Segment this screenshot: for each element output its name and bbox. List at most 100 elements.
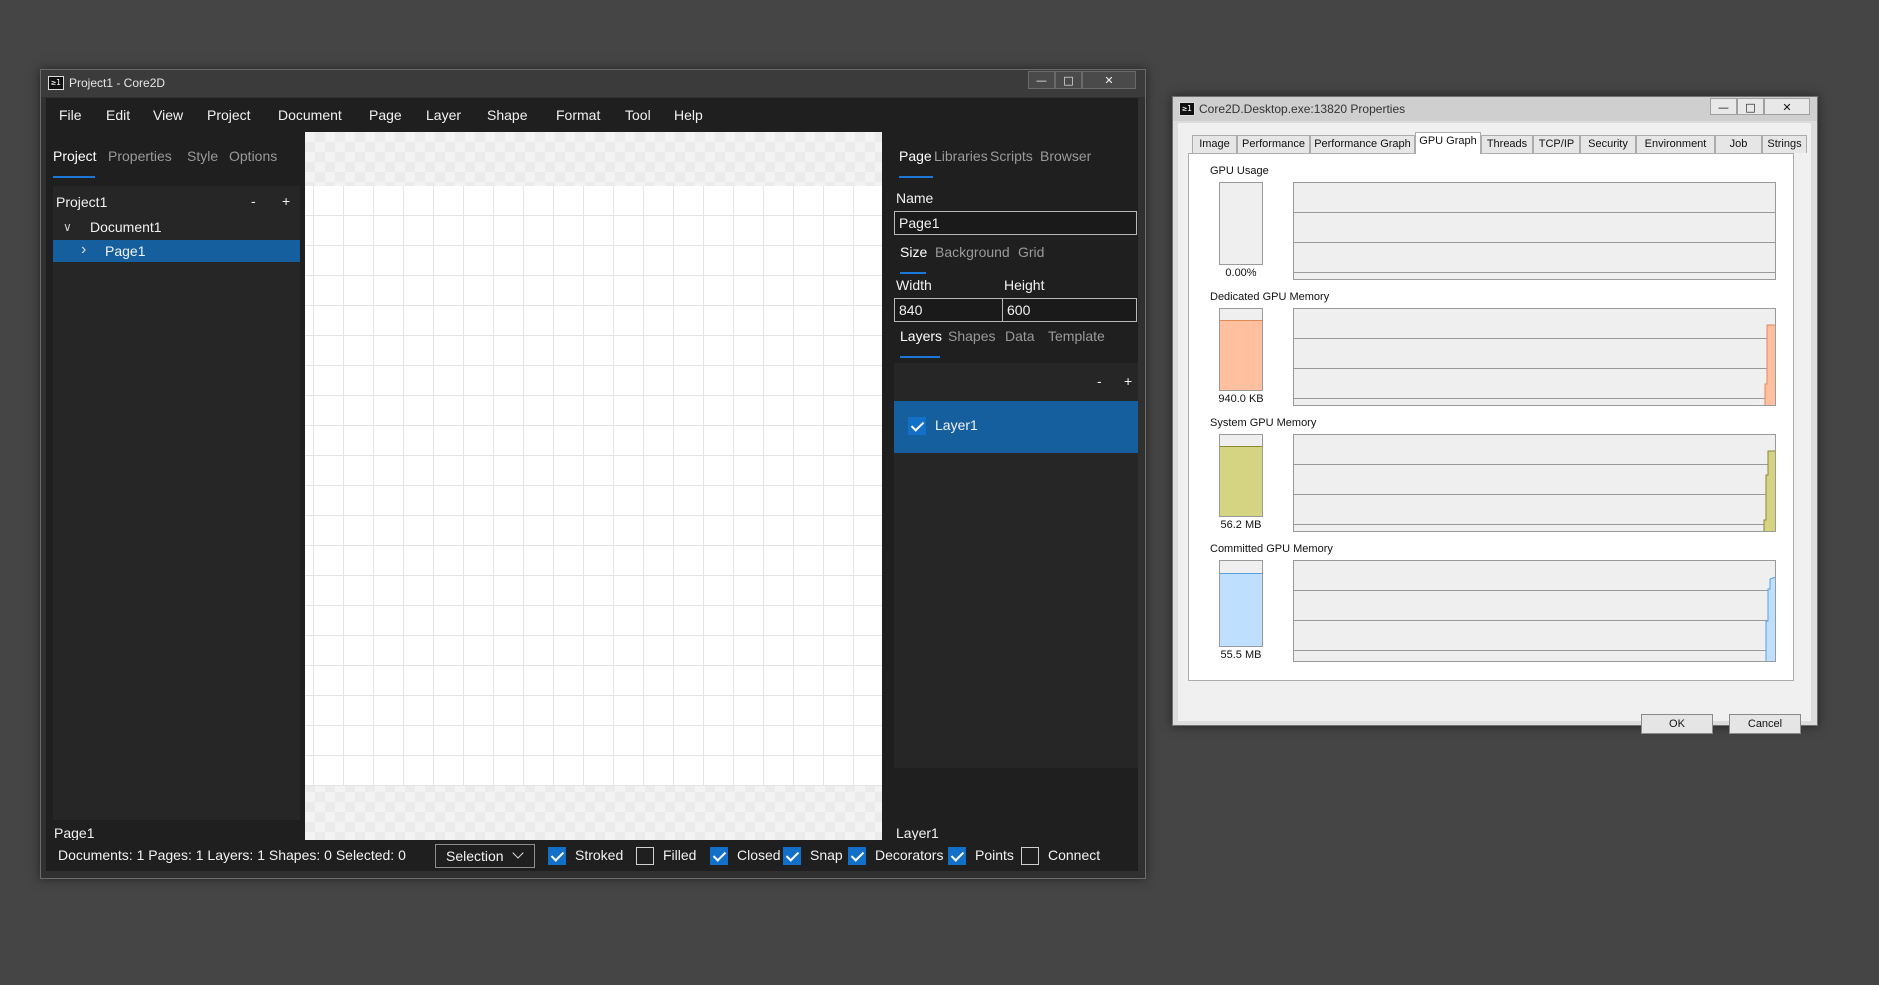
tab-image[interactable]: Image	[1192, 135, 1237, 153]
tab-background[interactable]: Background	[935, 244, 1010, 260]
menu-edit[interactable]: Edit	[106, 98, 130, 132]
tab-options[interactable]: Options	[229, 148, 277, 164]
page-label: Page1	[105, 243, 146, 259]
main-client-area: File Edit View Project Document Page Lay…	[46, 98, 1138, 871]
tab-job[interactable]: Job	[1715, 135, 1762, 153]
tab-gpu-graph[interactable]: GPU Graph	[1415, 132, 1481, 154]
tab-performance-graph[interactable]: Performance Graph	[1310, 135, 1415, 153]
tree-item-page[interactable]: › Page1	[53, 240, 300, 262]
tab-security[interactable]: Security	[1580, 135, 1636, 153]
maximize-button[interactable]: □	[1737, 98, 1764, 115]
gpu-usage-graph	[1293, 182, 1776, 280]
committed-gpu-memory-graph-svg	[1765, 576, 1775, 661]
menu-file[interactable]: File	[59, 98, 82, 132]
connect-label: Connect	[1048, 847, 1101, 863]
tab-environment[interactable]: Environment	[1636, 135, 1715, 153]
layer-item[interactable]: Layer1	[894, 401, 1138, 453]
remove-document-button[interactable]: -	[251, 193, 256, 209]
tab-grid[interactable]: Grid	[1018, 244, 1044, 260]
layers-panel: - + Layer1	[894, 363, 1138, 768]
menu-format[interactable]: Format	[556, 98, 600, 132]
right-footer-label: Layer1	[896, 825, 939, 841]
tab-style[interactable]: Style	[187, 148, 218, 164]
height-input[interactable]	[1002, 298, 1137, 322]
gpu-usage-label: GPU Usage	[1210, 165, 1269, 177]
project-name: Project1	[56, 194, 108, 210]
points-checkbox[interactable]	[948, 847, 966, 865]
height-label: Height	[1004, 277, 1045, 293]
close-button[interactable]: ✕	[1082, 71, 1136, 89]
filled-checkbox[interactable]	[636, 847, 654, 865]
stroked-label: Stroked	[575, 847, 624, 863]
menu-project[interactable]: Project	[207, 98, 251, 132]
app-icon: ≥1	[1179, 102, 1195, 116]
menu-view[interactable]: View	[153, 98, 183, 132]
tab-tcpip[interactable]: TCP/IP	[1533, 135, 1580, 153]
menu-tool[interactable]: Tool	[625, 98, 651, 132]
maximize-button[interactable]: □	[1055, 71, 1082, 89]
page-name-input[interactable]	[894, 211, 1137, 235]
close-button[interactable]: ✕	[1764, 98, 1810, 115]
tab-template[interactable]: Template	[1048, 328, 1105, 344]
drawing-canvas[interactable]	[305, 132, 882, 840]
tab-strings[interactable]: Strings	[1762, 135, 1807, 153]
stroked-checkbox[interactable]	[548, 847, 566, 865]
tab-threads[interactable]: Threads	[1481, 135, 1533, 153]
tab-data[interactable]: Data	[1005, 328, 1035, 344]
tab-libraries[interactable]: Libraries	[934, 148, 988, 164]
add-document-button[interactable]: +	[282, 193, 290, 209]
system-gpu-memory-gauge	[1219, 434, 1263, 517]
gpu-graph-page: GPU Usage 0.00% Dedicated GPU Memory 940…	[1188, 153, 1794, 681]
main-titlebar[interactable]: ≥1 Project1 - Core2D — □ ✕	[41, 70, 1145, 97]
minimize-button[interactable]: —	[1710, 98, 1737, 115]
gpu-usage-graph-svg	[1294, 183, 1776, 280]
tab-layers[interactable]: Layers	[900, 328, 942, 344]
tab-shapes[interactable]: Shapes	[948, 328, 995, 344]
tab-page[interactable]: Page	[899, 148, 932, 164]
document-label: Document1	[90, 219, 162, 235]
menu-layer[interactable]: Layer	[426, 98, 461, 132]
menu-help[interactable]: Help	[674, 98, 703, 132]
tool-selector[interactable]: Selection	[435, 844, 535, 868]
tab-properties[interactable]: Properties	[108, 148, 172, 164]
committed-gpu-memory-gauge	[1219, 560, 1263, 647]
layer-visible-checkbox[interactable]	[908, 417, 926, 435]
tool-selector-value: Selection	[446, 848, 504, 864]
tab-project[interactable]: Project	[53, 148, 97, 164]
dedicated-gpu-memory-gauge-fill	[1220, 320, 1262, 390]
tab-page-underline	[899, 176, 933, 178]
decorators-checkbox[interactable]	[848, 847, 866, 865]
committed-gpu-memory-label: Committed GPU Memory	[1210, 543, 1333, 555]
connect-checkbox[interactable]	[1021, 847, 1039, 865]
width-label: Width	[896, 277, 932, 293]
properties-window: ≥1 Core2D.Desktop.exe:13820 Properties —…	[1172, 96, 1818, 734]
snap-checkbox[interactable]	[783, 847, 801, 865]
chevron-right-icon[interactable]: ›	[81, 239, 86, 261]
chevron-down-icon[interactable]: ∨	[63, 216, 72, 238]
tab-scripts[interactable]: Scripts	[990, 148, 1033, 164]
menu-page[interactable]: Page	[369, 98, 402, 132]
system-gpu-memory-graph	[1293, 434, 1776, 532]
menu-document[interactable]: Document	[278, 98, 342, 132]
add-layer-button[interactable]: +	[1124, 373, 1132, 389]
properties-client-area: Image Performance Performance Graph GPU …	[1178, 123, 1811, 734]
menu-shape[interactable]: Shape	[487, 98, 527, 132]
tab-browser[interactable]: Browser	[1040, 148, 1091, 164]
remove-layer-button[interactable]: -	[1097, 373, 1102, 389]
closed-checkbox[interactable]	[710, 847, 728, 865]
properties-titlebar[interactable]: ≥1 Core2D.Desktop.exe:13820 Properties —…	[1173, 97, 1817, 121]
dedicated-gpu-memory-gauge	[1219, 308, 1263, 391]
tab-performance[interactable]: Performance	[1237, 135, 1310, 153]
cancel-button[interactable]: Cancel	[1729, 714, 1801, 734]
tab-size[interactable]: Size	[900, 244, 927, 260]
left-footer-label: Page1	[54, 825, 95, 841]
system-gpu-memory-label: System GPU Memory	[1210, 417, 1317, 429]
width-input[interactable]	[894, 298, 1014, 322]
page-area[interactable]	[305, 186, 882, 786]
dedicated-gpu-memory-value: 940.0 KB	[1218, 393, 1264, 405]
menu-bar: File Edit View Project Document Page Lay…	[46, 98, 1138, 132]
filled-label: Filled	[663, 847, 697, 863]
minimize-button[interactable]: —	[1028, 71, 1055, 89]
ok-button[interactable]: OK	[1641, 714, 1713, 734]
tree-item-document[interactable]: ∨ Document1	[53, 216, 300, 238]
